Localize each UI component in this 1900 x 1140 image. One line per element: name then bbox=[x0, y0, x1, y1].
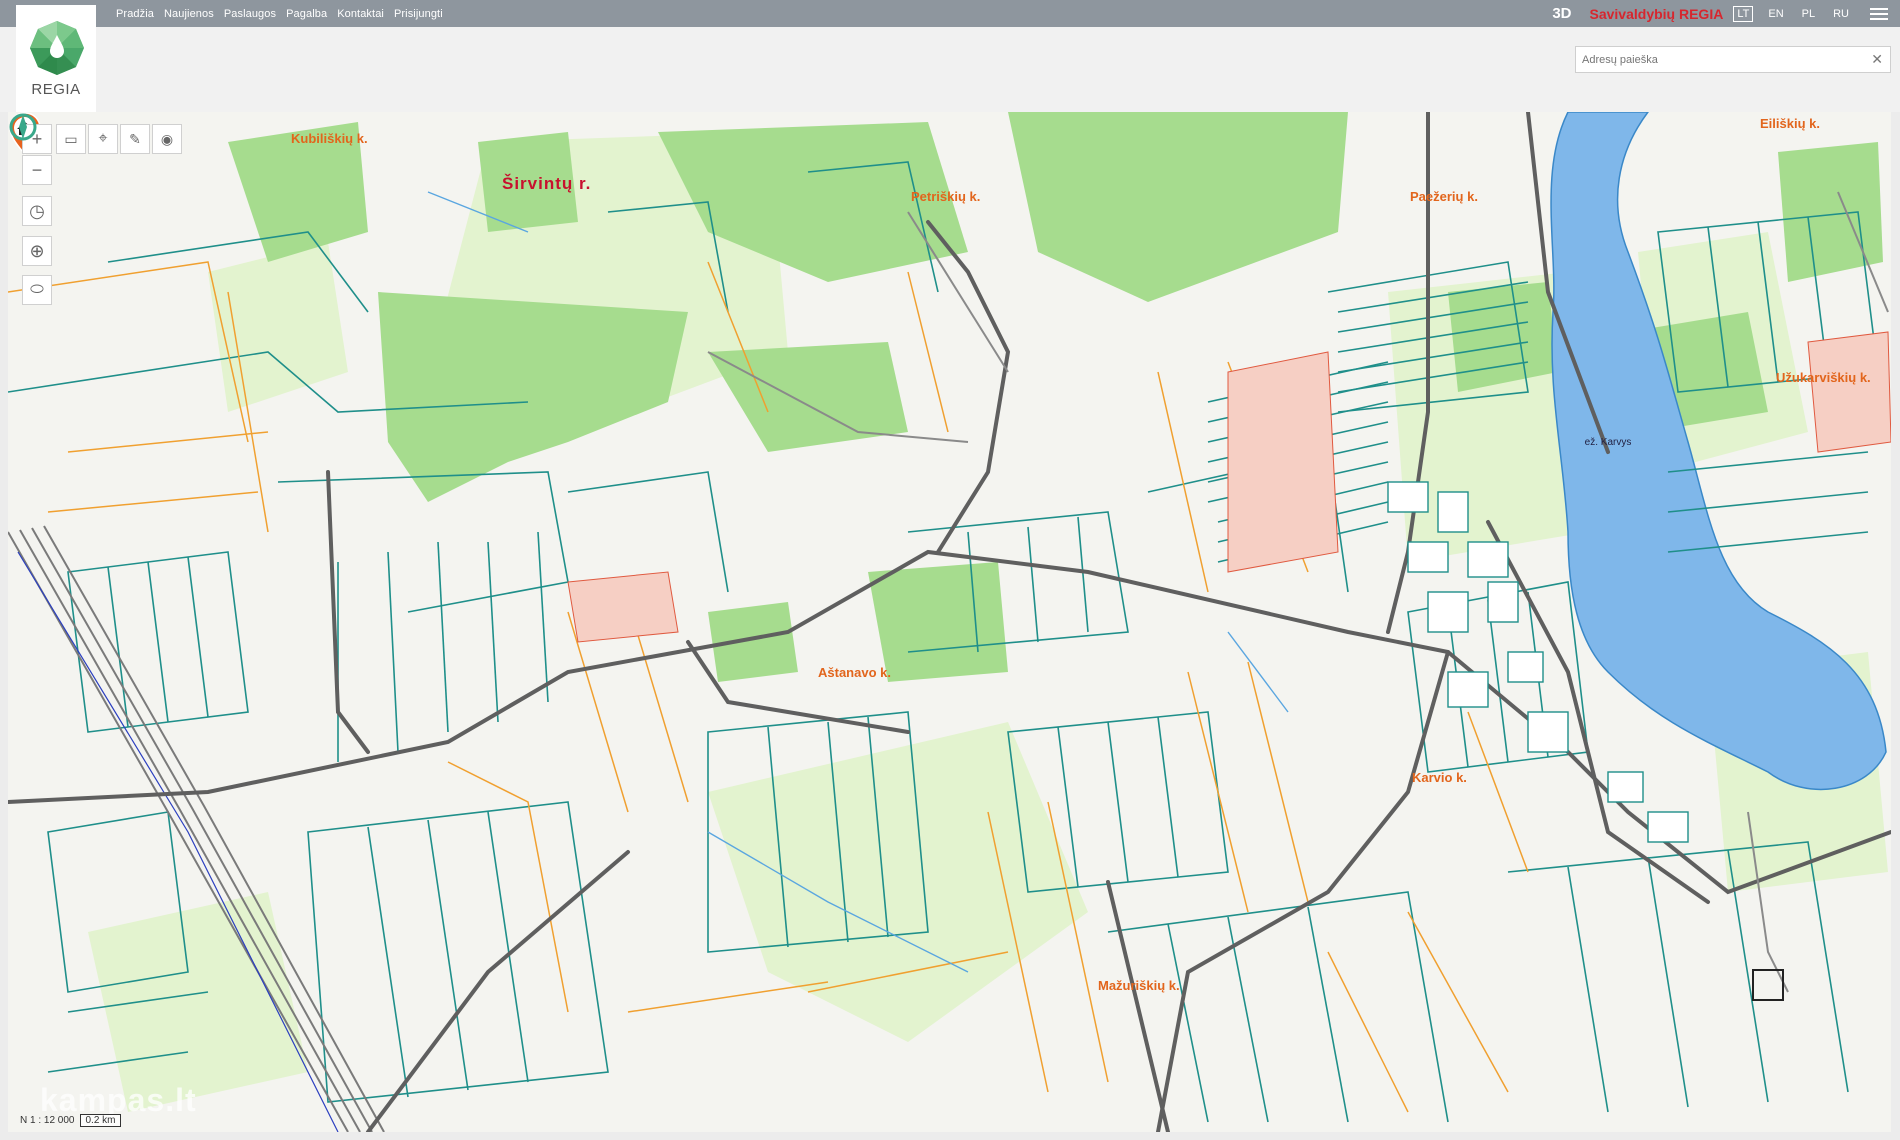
nav-home-link[interactable]: Pradžia bbox=[116, 8, 154, 20]
address-search: ✕ bbox=[1575, 46, 1891, 73]
edit-button[interactable]: ✎ bbox=[120, 124, 150, 154]
compass-logo-icon bbox=[9, 113, 37, 141]
place-label: Petriškių k. bbox=[911, 189, 981, 204]
place-label: Kubiliškių k. bbox=[291, 131, 368, 146]
3d-mode-button[interactable]: 3D bbox=[1552, 5, 1571, 22]
scale-bar: 0.2 km bbox=[80, 1114, 121, 1127]
brand-link[interactable]: Savivaldybių REGIA bbox=[1590, 6, 1724, 22]
map-view[interactable]: Kubiliškių k. Širvintų r. Petriškių k. P… bbox=[8, 112, 1891, 1132]
select-area-button[interactable]: ⬭ bbox=[22, 275, 52, 305]
marker-button[interactable]: ⌖ bbox=[88, 124, 118, 154]
scale-ratio: N 1 : 12 000 bbox=[20, 1115, 75, 1126]
district-label: Širvintų r. bbox=[502, 174, 592, 193]
place-label: Eiliškių k. bbox=[1760, 116, 1820, 131]
place-label: Karvio k. bbox=[1412, 770, 1467, 785]
place-label: Paežerių k. bbox=[1410, 189, 1478, 204]
map-canvas[interactable] bbox=[8, 112, 1891, 1132]
top-right-controls: 3D Savivaldybių REGIA LT EN PL RU bbox=[1552, 0, 1900, 27]
place-label: Užukarviškių k. bbox=[1776, 370, 1871, 385]
lake-label: ež. Karvys bbox=[1584, 437, 1632, 448]
language-en[interactable]: EN bbox=[1765, 7, 1786, 21]
measure-button[interactable]: ▭ bbox=[56, 124, 86, 154]
top-bar: Pradžia Naujienos Paslaugos Pagalba Kont… bbox=[0, 0, 1900, 27]
nav-login-link[interactable]: Prisijungti bbox=[394, 8, 443, 20]
language-pl[interactable]: PL bbox=[1799, 7, 1818, 21]
header: REGIA ✕ bbox=[0, 5, 1900, 112]
hamburger-icon[interactable] bbox=[1870, 7, 1888, 20]
scale-indicator: N 1 : 12 000 0.2 km bbox=[20, 1114, 121, 1127]
language-lt[interactable]: LT bbox=[1733, 5, 1754, 22]
search-input[interactable] bbox=[1576, 47, 1868, 72]
top-nav: Pradžia Naujienos Paslaugos Pagalba Kont… bbox=[116, 0, 443, 27]
close-icon[interactable]: ✕ bbox=[1871, 51, 1883, 68]
nav-contacts-link[interactable]: Kontaktai bbox=[337, 8, 384, 20]
logo-text: REGIA bbox=[31, 81, 81, 98]
zoom-out-button[interactable]: − bbox=[22, 155, 52, 185]
target-button[interactable]: ◉ bbox=[152, 124, 182, 154]
locate-button[interactable]: ⊕ bbox=[22, 236, 52, 266]
nav-services-link[interactable]: Paslaugos bbox=[224, 8, 276, 20]
language-ru[interactable]: RU bbox=[1830, 7, 1852, 21]
place-label: Mažuriškių k. bbox=[1098, 978, 1180, 993]
logo[interactable]: REGIA bbox=[16, 5, 96, 112]
place-label: Aštanavo k. bbox=[818, 665, 891, 680]
nav-help-link[interactable]: Pagalba bbox=[286, 8, 327, 20]
history-button[interactable]: ◷ bbox=[22, 196, 52, 226]
regia-logo-icon bbox=[30, 21, 84, 75]
nav-news-link[interactable]: Naujienos bbox=[164, 8, 214, 20]
